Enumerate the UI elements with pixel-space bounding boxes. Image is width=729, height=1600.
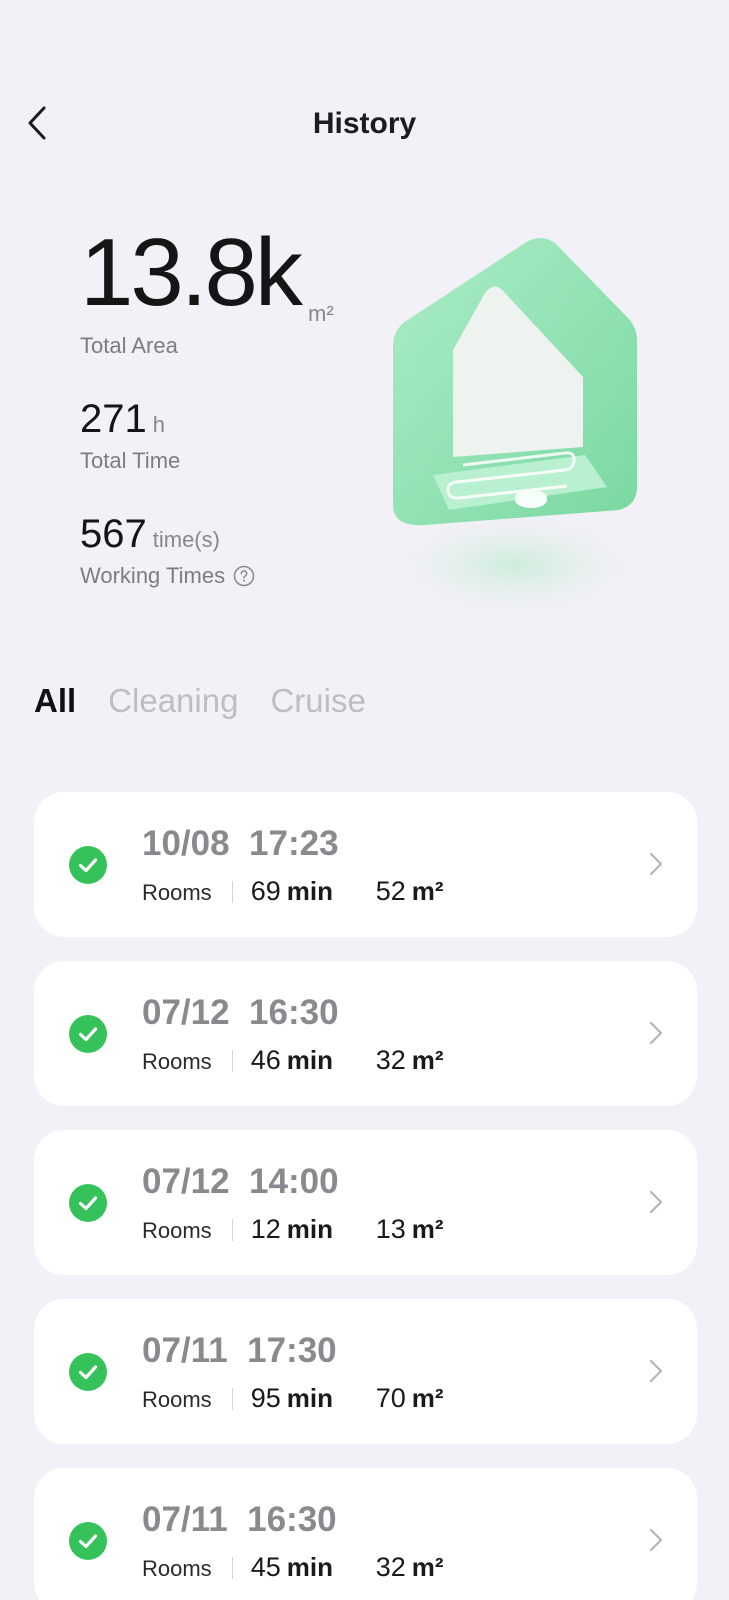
record-datetime: 07/11 17:30 <box>142 1331 337 1370</box>
history-record[interactable]: 07/12 14:00 Rooms 12 min 13 m² <box>34 1130 697 1275</box>
divider <box>231 1387 233 1410</box>
stats-summary: 13.8k m² Total Area 271 h Total Time 567 t… <box>80 219 334 589</box>
record-duration: 45 min <box>251 1552 376 1583</box>
area-value: 32 <box>375 1552 406 1582</box>
total-area-unit: m² <box>308 301 334 326</box>
total-time-unit: h <box>152 412 165 437</box>
record-mode: Rooms <box>142 880 212 905</box>
area-value: 32 <box>375 1045 406 1075</box>
record-datetime: 07/12 14:00 <box>142 1162 339 1201</box>
history-record[interactable]: 07/12 16:30 Rooms 46 min 32 m² <box>34 961 697 1106</box>
record-mode: Rooms <box>142 1556 212 1581</box>
total-time-value: 271 <box>80 397 147 441</box>
record-duration: 46 min <box>251 1045 376 1076</box>
history-record[interactable]: 10/08 17:23 Rooms 69 min 52 m² <box>34 792 697 937</box>
check-circle-icon <box>69 1015 107 1053</box>
check-circle-icon <box>69 846 107 884</box>
record-meta: Rooms 69 min 52 m² <box>142 876 444 907</box>
record-mode: Rooms <box>142 1387 212 1412</box>
history-record[interactable]: 07/11 16:30 Rooms 45 min 32 m² <box>34 1468 697 1600</box>
area-unit: m² <box>411 1045 444 1075</box>
record-duration: 69 min <box>251 876 376 907</box>
tab-all[interactable]: All <box>34 682 76 720</box>
record-mode: Rooms <box>142 1049 212 1074</box>
record-area: 52 m² <box>376 876 444 907</box>
total-area-label: Total Area <box>80 333 178 358</box>
duration-value: 46 <box>250 1045 281 1075</box>
history-record[interactable]: 07/11 17:30 Rooms 95 min 70 m² <box>34 1299 697 1444</box>
divider <box>231 880 233 903</box>
history-list: 10/08 17:23 Rooms 69 min 52 m² 07/12 16:30… <box>34 792 697 1600</box>
duration-unit: min <box>286 1552 333 1582</box>
area-value: 70 <box>375 1383 406 1413</box>
area-unit: m² <box>411 1383 444 1413</box>
chevron-right-icon <box>649 1528 663 1552</box>
history-screen: History 13.8k m² Total Area 271 h Total T… <box>0 0 729 1600</box>
record-datetime: 10/08 17:23 <box>142 824 339 863</box>
working-times-unit: time(s) <box>152 527 220 552</box>
record-area: 32 m² <box>376 1045 444 1076</box>
total-time: 271 h <box>80 397 165 442</box>
header: History <box>0 95 729 155</box>
area-unit: m² <box>411 876 444 906</box>
duration-unit: min <box>286 1383 333 1413</box>
working-times-value: 567 <box>80 512 147 556</box>
check-circle-icon <box>69 1353 107 1391</box>
area-unit: m² <box>411 1214 444 1244</box>
chevron-right-icon <box>649 1359 663 1383</box>
record-meta: Rooms 12 min 13 m² <box>142 1214 444 1245</box>
check-circle-icon <box>69 1522 107 1560</box>
house-illustration <box>365 238 665 625</box>
working-times-label-row: Working Times <box>80 563 255 589</box>
duration-value: 69 <box>250 876 281 906</box>
duration-unit: min <box>286 876 333 906</box>
record-mode: Rooms <box>142 1218 212 1243</box>
page-title: History <box>312 107 417 140</box>
record-datetime: 07/12 16:30 <box>142 993 339 1032</box>
check-circle-icon <box>69 1184 107 1222</box>
duration-value: 12 <box>250 1214 281 1244</box>
record-duration: 12 min <box>251 1214 376 1245</box>
record-duration: 95 min <box>251 1383 376 1414</box>
duration-unit: min <box>286 1045 333 1075</box>
tab-cleaning[interactable]: Cleaning <box>108 682 238 720</box>
record-area: 70 m² <box>376 1383 444 1414</box>
chevron-right-icon <box>649 1021 663 1045</box>
total-time-label: Total Time <box>80 448 181 473</box>
duration-unit: min <box>286 1214 333 1244</box>
area-unit: m² <box>411 1552 444 1582</box>
filter-tabs: All Cleaning Cruise <box>34 682 366 720</box>
working-times: 567 time(s) <box>80 512 220 557</box>
area-value: 13 <box>375 1214 406 1244</box>
record-meta: Rooms 45 min 32 m² <box>142 1552 444 1583</box>
area-value: 52 <box>375 876 406 906</box>
question-circle-icon[interactable] <box>233 565 255 587</box>
divider <box>231 1556 233 1579</box>
tab-cruise[interactable]: Cruise <box>270 682 365 720</box>
duration-value: 95 <box>250 1383 281 1413</box>
working-times-label: Working Times <box>80 563 226 588</box>
record-meta: Rooms 95 min 70 m² <box>142 1383 444 1414</box>
total-area-value: 13.8k <box>80 219 303 326</box>
chevron-right-icon <box>649 1190 663 1214</box>
chevron-right-icon <box>649 852 663 876</box>
record-meta: Rooms 46 min 32 m² <box>142 1045 444 1076</box>
record-datetime: 07/11 16:30 <box>142 1500 337 1539</box>
divider <box>231 1218 233 1241</box>
record-area: 13 m² <box>376 1214 444 1245</box>
divider <box>231 1049 233 1072</box>
record-area: 32 m² <box>376 1552 444 1583</box>
duration-value: 45 <box>250 1552 281 1582</box>
